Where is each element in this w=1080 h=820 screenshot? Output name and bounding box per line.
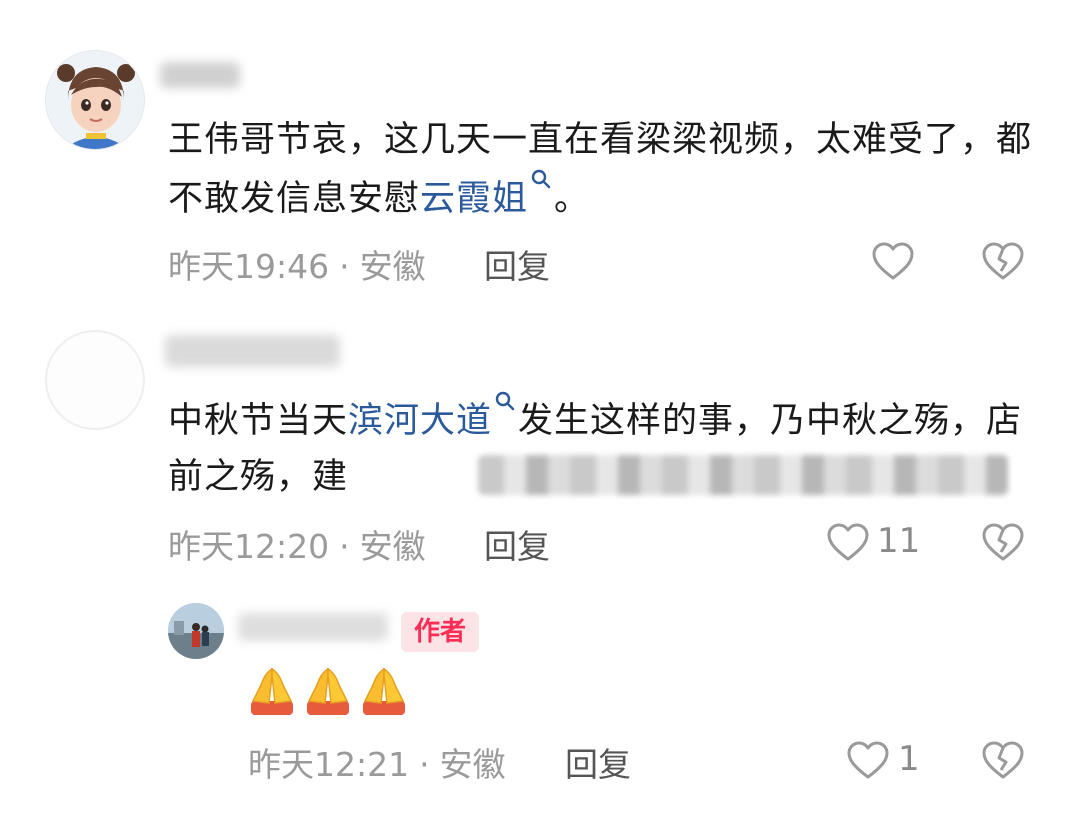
heart-outline-icon[interactable]: [846, 739, 890, 781]
comment-text-part: 。: [554, 179, 591, 219]
topic-link[interactable]: 云霞姐: [420, 169, 554, 219]
comment-meta: 昨天19:46 · 安徽: [168, 240, 426, 288]
topic-label[interactable]: 云霞姐: [420, 179, 528, 219]
broken-heart-icon[interactable]: [981, 240, 1025, 282]
search-icon: [531, 169, 551, 189]
reply-meta: 昨天12:21 · 安徽: [248, 738, 506, 786]
reply-button[interactable]: 回复: [484, 240, 550, 288]
comment-text-part: 中秋节当天: [168, 401, 349, 441]
comment-time: 昨天19:46: [168, 247, 330, 286]
reply-content: 🙏🙏🙏: [245, 665, 411, 717]
comment-text: 王伟哥节哀，这几天一直在看梁梁视频，太难受了，都不敢发信息安慰云霞姐。: [168, 112, 1038, 227]
cartoon-girl-avatar-icon: [46, 51, 144, 149]
photo-avatar-icon: [168, 603, 224, 659]
comment-time: 昨天12:20: [168, 527, 330, 566]
author-avatar[interactable]: [168, 603, 224, 659]
blurred-text: [478, 455, 1008, 495]
heart-outline-icon[interactable]: [871, 240, 915, 282]
folded-hands-icon: [307, 667, 349, 715]
folded-hands-icon: [251, 667, 293, 715]
topic-link[interactable]: 滨河大道: [348, 391, 518, 441]
reply-button[interactable]: 回复: [565, 738, 631, 786]
username-blurred[interactable]: [165, 335, 340, 367]
author-name-blurred[interactable]: [238, 613, 388, 641]
broken-heart-icon[interactable]: [981, 739, 1025, 781]
reply-location: 安徽: [439, 745, 506, 784]
heart-outline-icon[interactable]: [826, 521, 870, 563]
comment-location: 安徽: [359, 247, 426, 286]
topic-label[interactable]: 滨河大道: [348, 401, 492, 441]
like-count: 11: [877, 521, 921, 561]
comment-text-part: 王伟哥节哀，这几天一直在看梁梁视频，太难受了，都不敢发信息安慰: [168, 120, 1033, 219]
like-count: 1: [898, 739, 920, 779]
meta-separator: ·: [339, 527, 350, 566]
author-badge: 作者: [401, 612, 479, 652]
comment-location: 安徽: [359, 527, 426, 566]
comment-meta: 昨天12:20 · 安徽: [168, 520, 426, 568]
meta-separator: ·: [419, 745, 430, 784]
avatar[interactable]: [45, 330, 145, 430]
reply-time: 昨天12:21: [248, 745, 410, 784]
broken-heart-icon[interactable]: [981, 521, 1025, 563]
username-blurred[interactable]: [160, 62, 240, 88]
avatar[interactable]: [45, 50, 145, 150]
reply-button[interactable]: 回复: [484, 520, 550, 568]
meta-separator: ·: [339, 247, 350, 286]
search-icon: [495, 391, 515, 411]
folded-hands-icon: [363, 667, 405, 715]
